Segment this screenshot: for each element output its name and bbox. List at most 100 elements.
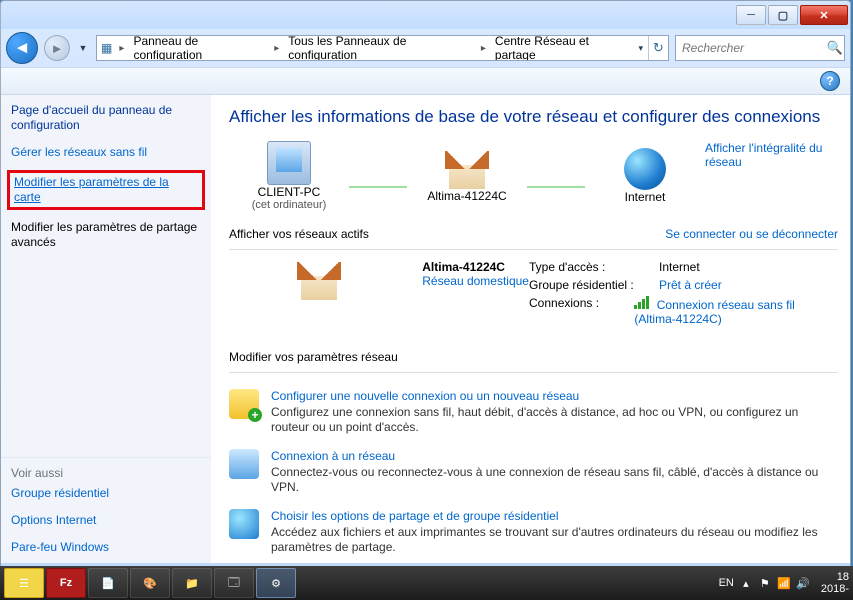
- control-panel-icon: ⚙: [271, 577, 281, 590]
- chevron-right-icon: ▸: [478, 43, 489, 54]
- nav-forward-button[interactable]: ►: [44, 35, 70, 61]
- map-node-this-pc: CLIENT-PC (cet ordinateur): [229, 141, 349, 211]
- detail-label: Type d'accès :: [529, 260, 659, 274]
- detail-value: Internet: [659, 260, 700, 274]
- active-network: Altima-41224C Réseau domestique Type d'a…: [229, 249, 838, 330]
- task-new-connection: Configurer une nouvelle connexion ou un …: [229, 389, 838, 435]
- content-area: Afficher les informations de base de vot…: [211, 95, 850, 563]
- taskbar-item-active[interactable]: ⚙: [256, 568, 296, 598]
- breadcrumb[interactable]: ▦ ▸ Panneau de configuration ▸ Tous les …: [96, 35, 669, 61]
- taskbar-item[interactable]: ☰: [4, 568, 44, 598]
- network-map: CLIENT-PC (cet ordinateur) Altima-41224C…: [229, 141, 838, 211]
- house-icon: [297, 262, 345, 304]
- map-node-label: Internet: [585, 190, 705, 204]
- chevron-right-icon: ▸: [271, 43, 282, 54]
- taskbar-item[interactable]: 🗔: [214, 568, 254, 598]
- paint-icon: 🎨: [143, 577, 157, 590]
- page-title: Afficher les informations de base de vot…: [229, 107, 838, 127]
- address-bar: ◄ ► ▼ ▦ ▸ Panneau de configuration ▸ Tou…: [6, 32, 845, 64]
- search-icon: 🔍: [826, 40, 844, 56]
- detail-label: Connexions :: [529, 296, 634, 326]
- task-link[interactable]: Configurer une nouvelle connexion ou un …: [271, 389, 579, 403]
- active-network-name: Altima-41224C: [422, 260, 529, 274]
- network-tray-icon[interactable]: 📶: [777, 576, 791, 590]
- task-description: Accédez aux fichiers et aux imprimantes …: [271, 525, 838, 555]
- active-networks-heading: Afficher vos réseaux actifs: [229, 227, 369, 241]
- connect-network-icon: [229, 449, 259, 479]
- nav-back-button[interactable]: ◄: [6, 32, 38, 64]
- map-node-sublabel: (cet ordinateur): [229, 199, 349, 211]
- globe-icon: [624, 148, 666, 190]
- sidebar-link-sharing-settings[interactable]: Modifier les paramètres de partage avanc…: [11, 220, 201, 250]
- breadcrumb-item[interactable]: Tous les Panneaux de configuration: [282, 36, 478, 60]
- taskbar-item[interactable]: 📁: [172, 568, 212, 598]
- map-node-internet: Internet: [585, 148, 705, 204]
- minimize-button[interactable]: ─: [736, 5, 766, 25]
- new-connection-icon: [229, 389, 259, 419]
- help-icon[interactable]: ?: [820, 71, 840, 91]
- map-node-label: CLIENT-PC: [229, 185, 349, 199]
- breadcrumb-dropdown-icon[interactable]: ▾: [634, 35, 648, 61]
- system-tray[interactable]: EN ▴ ⚑ 📶 🔊 18 2018-: [719, 571, 849, 595]
- detail-label: Groupe résidentiel :: [529, 278, 659, 292]
- active-network-details: Type d'accès : Internet Groupe résidenti…: [529, 260, 838, 330]
- control-panel-home-link[interactable]: Page d'accueil du panneau de configurati…: [11, 103, 201, 133]
- taskbar[interactable]: ☰ Fz 📄 🎨 📁 🗔 ⚙ EN ▴ ⚑ 📶 🔊 18 2018-: [0, 566, 853, 600]
- task-link[interactable]: Choisir les options de partage et de gro…: [271, 509, 559, 523]
- language-indicator[interactable]: EN: [719, 577, 734, 589]
- connection-line-icon: [349, 186, 407, 188]
- active-network-type-link[interactable]: Réseau domestique: [422, 274, 529, 288]
- explorer-window: ─ ▢ ✕ ◄ ► ▼ ▦ ▸ Panneau de configuration…: [0, 0, 851, 598]
- refresh-button[interactable]: ↻: [648, 36, 668, 60]
- computer-icon: [267, 141, 311, 185]
- house-icon: [445, 151, 489, 189]
- breadcrumb-item[interactable]: Centre Réseau et partage: [489, 36, 634, 60]
- sidebar-link-manage-wifi[interactable]: Gérer les réseaux sans fil: [11, 145, 201, 160]
- see-also-link-homegroup[interactable]: Groupe résidentiel: [11, 486, 201, 501]
- connection-line-icon: [527, 186, 585, 188]
- full-map-link[interactable]: Afficher l'intégralité du réseau: [705, 141, 838, 169]
- maximize-button[interactable]: ▢: [768, 5, 798, 25]
- map-node-router: Altima-41224C: [407, 149, 527, 203]
- history-dropdown-icon[interactable]: ▼: [76, 34, 90, 62]
- tray-up-icon[interactable]: ▴: [739, 576, 753, 590]
- homegroup-link[interactable]: Prêt à créer: [659, 278, 722, 292]
- see-also-link-internet-options[interactable]: Options Internet: [11, 513, 201, 528]
- taskbar-item[interactable]: 🎨: [130, 568, 170, 598]
- modify-settings-heading: Modifier vos paramètres réseau: [229, 350, 838, 364]
- breadcrumb-item[interactable]: Panneau de configuration: [127, 36, 271, 60]
- control-panel-icon: ▦: [97, 41, 116, 55]
- see-also-section: Voir aussi Groupe résidentiel Options In…: [1, 457, 211, 563]
- task-description: Configurez une connexion sans fil, haut …: [271, 405, 838, 435]
- task-sharing-options: Choisir les options de partage et de gro…: [229, 509, 838, 555]
- volume-icon[interactable]: 🔊: [796, 576, 810, 590]
- flag-icon[interactable]: ⚑: [758, 576, 772, 590]
- sidebar-link-adapter-settings[interactable]: Modifier les paramètres de la carte: [14, 175, 198, 205]
- see-also-link-firewall[interactable]: Pare-feu Windows: [11, 540, 201, 555]
- see-also-heading: Voir aussi: [11, 466, 201, 480]
- search-input[interactable]: [676, 41, 826, 55]
- search-box[interactable]: 🔍: [675, 35, 845, 61]
- highlight-box: Modifier les paramètres de la carte: [7, 170, 205, 210]
- toolbar: ?: [1, 67, 850, 95]
- taskbar-item[interactable]: Fz: [46, 568, 86, 598]
- signal-bars-icon: [634, 296, 649, 309]
- task-connect-network: Connexion à un réseau Connectez-vous ou …: [229, 449, 838, 495]
- side-panel: Page d'accueil du panneau de configurati…: [1, 95, 211, 563]
- task-description: Connectez-vous ou reconnectez-vous à une…: [271, 465, 838, 495]
- sharing-options-icon: [229, 509, 259, 539]
- task-link[interactable]: Connexion à un réseau: [271, 449, 395, 463]
- explorer-icon: 📁: [185, 577, 199, 590]
- connect-disconnect-link[interactable]: Se connecter ou se déconnecter: [665, 227, 838, 241]
- map-node-label: Altima-41224C: [407, 189, 527, 203]
- notepad-icon: 📄: [101, 577, 115, 590]
- task-list: Configurer une nouvelle connexion ou un …: [229, 372, 838, 563]
- app-icon: ☰: [19, 577, 29, 590]
- taskbar-clock[interactable]: 18 2018-: [821, 571, 849, 595]
- close-button[interactable]: ✕: [800, 5, 848, 25]
- connection-link[interactable]: Connexion réseau sans fil (Altima-41224C…: [634, 296, 838, 326]
- titlebar: ─ ▢ ✕: [1, 1, 850, 29]
- taskbar-item[interactable]: 📄: [88, 568, 128, 598]
- chevron-right-icon: ▸: [116, 43, 127, 54]
- filezilla-icon: Fz: [60, 577, 72, 589]
